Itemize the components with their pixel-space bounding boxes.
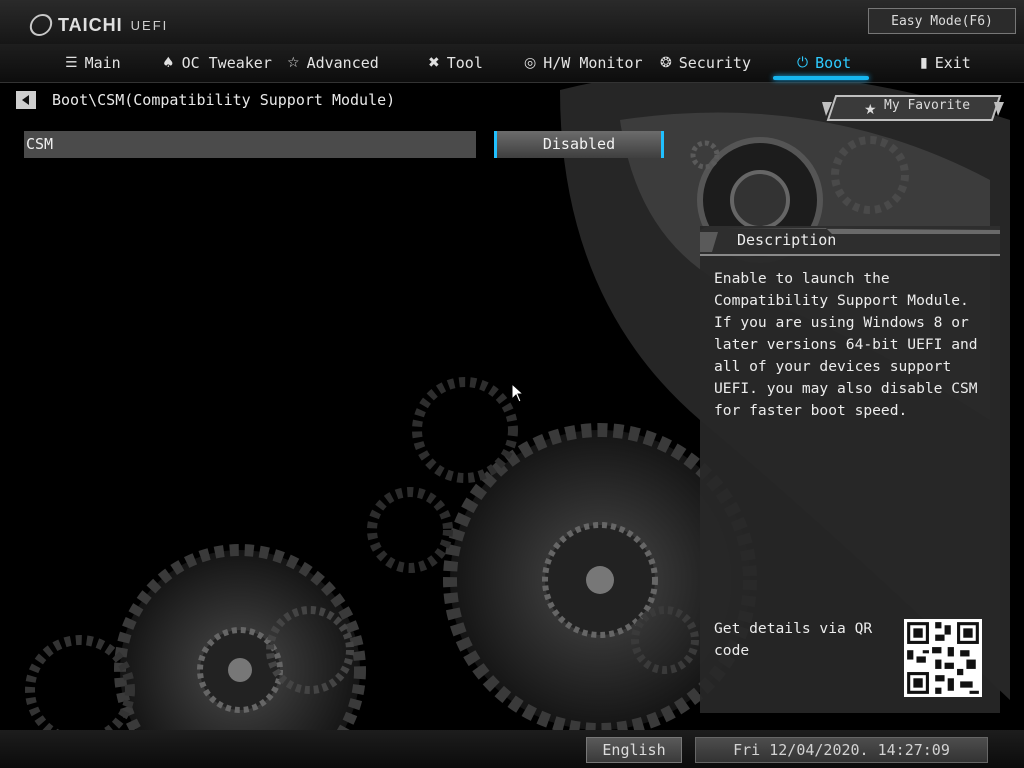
datetime-display: Fri 12/04/2020. 14:27:09	[695, 737, 988, 763]
tab-label: H/W Monitor	[543, 54, 643, 72]
description-title: Description	[737, 231, 837, 249]
tools-icon: ✖	[428, 55, 440, 71]
qr-caption: Get details via QR code	[714, 620, 873, 659]
back-arrow-icon[interactable]	[16, 91, 36, 109]
tab-tool[interactable]: ✖ Tool	[428, 44, 483, 82]
mouse-cursor-icon	[511, 383, 525, 403]
tab-oc-tweaker[interactable]: ♠ OC Tweaker	[162, 44, 272, 82]
tab-label: Boot	[815, 54, 852, 72]
shield-icon: ❂	[660, 55, 672, 71]
description-text: Enable to launch the Compatibility Suppo…	[714, 270, 978, 419]
tab-label: Advanced	[306, 54, 379, 72]
power-icon: ⏻	[797, 55, 809, 71]
tab-label: Exit	[934, 54, 971, 72]
tab-label: Security	[678, 54, 751, 72]
taichi-logo-icon	[28, 14, 54, 36]
monitor-icon: ◎	[524, 55, 537, 71]
star-icon: ☆	[287, 55, 300, 71]
csm-setting-label[interactable]: CSM	[24, 131, 476, 158]
my-favorite-label: My Favorite	[884, 98, 971, 113]
tab-label: OC Tweaker	[181, 54, 272, 72]
tab-main[interactable]: ☰ Main	[65, 44, 121, 82]
language-button[interactable]: English	[586, 737, 682, 763]
brand-name: TAICHI	[58, 14, 123, 35]
star-icon: ★	[864, 102, 877, 118]
tab-label: Tool	[446, 54, 483, 72]
brand-suffix: UEFI	[130, 17, 169, 33]
tab-security[interactable]: ❂ Security	[660, 44, 751, 82]
main-nav: ☰ Main ♠ OC Tweaker ☆ Advanced ✖ Tool ◎ …	[0, 44, 1024, 83]
list-icon: ☰	[65, 55, 78, 71]
breadcrumb: Boot\CSM(Compatibility Support Module)	[52, 91, 396, 109]
rocket-icon: ♠	[162, 55, 175, 71]
tab-exit[interactable]: ▮ Exit	[920, 44, 971, 82]
csm-setting-value[interactable]: Disabled	[494, 131, 664, 158]
tab-hw-monitor[interactable]: ◎ H/W Monitor	[524, 44, 643, 82]
tab-advanced[interactable]: ☆ Advanced	[287, 44, 379, 82]
exit-icon: ▮	[920, 55, 928, 71]
tab-label: Main	[84, 54, 121, 72]
active-tab-indicator	[773, 76, 869, 80]
brand-logo: TAICHI UEFI	[28, 14, 169, 36]
easy-mode-button[interactable]: Easy Mode(F6)	[868, 8, 1016, 34]
qr-code-icon	[904, 619, 982, 697]
